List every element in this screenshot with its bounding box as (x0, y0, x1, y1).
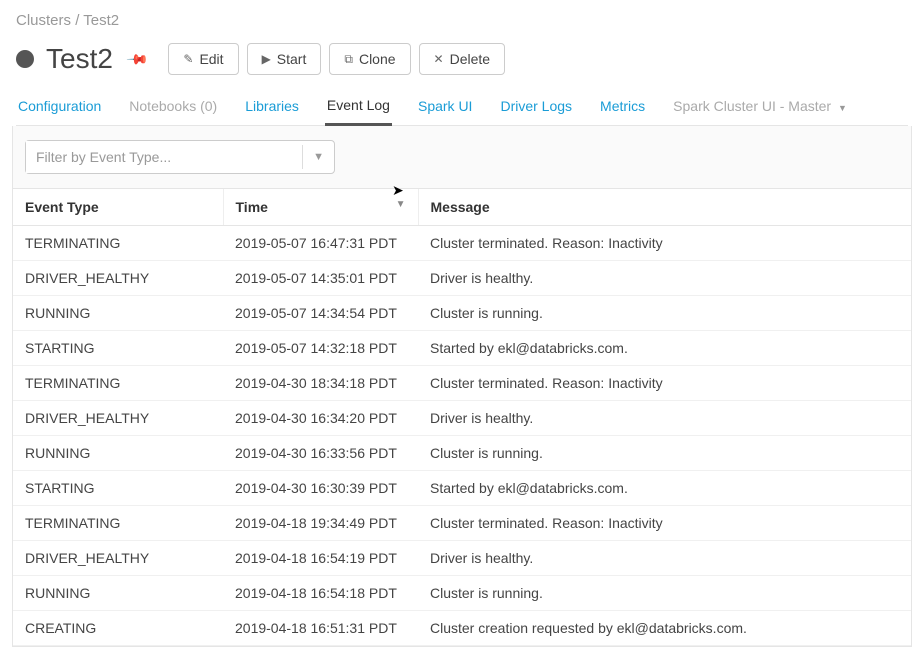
delete-button[interactable]: ✕ Delete (419, 43, 506, 75)
filter-event-type-input[interactable] (26, 141, 302, 173)
breadcrumb-root[interactable]: Clusters (16, 12, 71, 29)
tab-event-log[interactable]: Event Log (325, 97, 392, 126)
cell-message: Driver is healthy. (418, 401, 911, 436)
cell-time: 2019-05-07 14:32:18 PDT (223, 331, 418, 366)
delete-label: Delete (450, 51, 490, 67)
cell-event-type: TERMINATING (13, 366, 223, 401)
cell-message: Started by ekl@databricks.com. (418, 331, 911, 366)
column-message[interactable]: Message (418, 189, 911, 226)
cell-event-type: DRIVER_HEALTHY (13, 541, 223, 576)
tab-spark-cluster-ui[interactable]: Spark Cluster UI - Master ▼ (671, 98, 849, 124)
edit-button[interactable]: ✎ Edit (168, 43, 238, 75)
cell-message: Started by ekl@databricks.com. (418, 471, 911, 506)
tab-configuration[interactable]: Configuration (16, 98, 103, 124)
cell-message: Cluster is running. (418, 296, 911, 331)
spark-cluster-ui-label: Spark Cluster UI - Master (673, 98, 831, 114)
tabs: Configuration Notebooks (0) Libraries Ev… (16, 97, 908, 126)
cell-event-type: RUNNING (13, 576, 223, 611)
chevron-down-icon[interactable]: ▼ (302, 145, 334, 169)
cell-message: Cluster terminated. Reason: Inactivity (418, 366, 911, 401)
table-row[interactable]: DRIVER_HEALTHY2019-04-18 16:54:19 PDTDri… (13, 541, 911, 576)
table-row[interactable]: RUNNING2019-04-18 16:54:18 PDTCluster is… (13, 576, 911, 611)
cell-event-type: TERMINATING (13, 506, 223, 541)
cell-message: Driver is healthy. (418, 541, 911, 576)
cell-time: 2019-05-07 14:34:54 PDT (223, 296, 418, 331)
breadcrumb-leaf: Test2 (83, 12, 119, 29)
cell-time: 2019-04-30 18:34:18 PDT (223, 366, 418, 401)
clone-label: Clone (359, 51, 396, 67)
table-row[interactable]: DRIVER_HEALTHY2019-04-30 16:34:20 PDTDri… (13, 401, 911, 436)
table-row[interactable]: STARTING2019-05-07 14:32:18 PDTStarted b… (13, 331, 911, 366)
cell-event-type: STARTING (13, 331, 223, 366)
cell-event-type: DRIVER_HEALTHY (13, 401, 223, 436)
table-row[interactable]: STARTING2019-04-30 16:30:39 PDTStarted b… (13, 471, 911, 506)
cell-event-type: TERMINATING (13, 226, 223, 261)
breadcrumb-sep: / (75, 12, 79, 29)
cell-message: Driver is healthy. (418, 261, 911, 296)
cell-time: 2019-05-07 16:47:31 PDT (223, 226, 418, 261)
sort-desc-icon[interactable]: ▼ (396, 199, 406, 210)
cell-time: 2019-04-18 16:54:18 PDT (223, 576, 418, 611)
clone-button[interactable]: ⧉ Clone (329, 43, 410, 75)
tab-metrics[interactable]: Metrics (598, 98, 647, 124)
pin-icon[interactable]: 📌 (125, 47, 149, 71)
cell-message: Cluster is running. (418, 576, 911, 611)
cell-event-type: STARTING (13, 471, 223, 506)
clone-icon: ⧉ (344, 52, 353, 67)
cell-event-type: CREATING (13, 611, 223, 646)
event-log-table: Event Type Time ▼ Message TERMINATING201… (13, 188, 911, 646)
cell-time: 2019-04-30 16:34:20 PDT (223, 401, 418, 436)
page-title: Test2 (46, 43, 113, 75)
tab-driver-logs[interactable]: Driver Logs (498, 98, 574, 124)
table-row[interactable]: RUNNING2019-05-07 14:34:54 PDTCluster is… (13, 296, 911, 331)
table-row[interactable]: TERMINATING2019-04-30 18:34:18 PDTCluste… (13, 366, 911, 401)
close-icon: ✕ (434, 52, 444, 66)
edit-label: Edit (199, 51, 223, 67)
pencil-icon: ✎ (183, 52, 193, 66)
cell-event-type: DRIVER_HEALTHY (13, 261, 223, 296)
cell-time: 2019-04-30 16:30:39 PDT (223, 471, 418, 506)
column-time-label: Time (236, 199, 268, 215)
cell-message: Cluster creation requested by ekl@databr… (418, 611, 911, 646)
chevron-down-icon: ▼ (838, 103, 847, 113)
cell-message: Cluster is running. (418, 436, 911, 471)
breadcrumb: Clusters / Test2 (16, 12, 908, 29)
tab-spark-ui[interactable]: Spark UI (416, 98, 474, 124)
cell-event-type: RUNNING (13, 296, 223, 331)
cell-time: 2019-04-30 16:33:56 PDT (223, 436, 418, 471)
start-button[interactable]: ▶ Start (247, 43, 322, 75)
table-row[interactable]: DRIVER_HEALTHY2019-05-07 14:35:01 PDTDri… (13, 261, 911, 296)
cell-time: 2019-04-18 16:51:31 PDT (223, 611, 418, 646)
status-dot-icon (16, 50, 34, 68)
column-time[interactable]: Time ▼ (223, 189, 418, 226)
cell-time: 2019-04-18 19:34:49 PDT (223, 506, 418, 541)
tab-notebooks[interactable]: Notebooks (0) (127, 98, 219, 124)
table-row[interactable]: TERMINATING2019-04-18 19:34:49 PDTCluste… (13, 506, 911, 541)
start-label: Start (277, 51, 307, 67)
cell-time: 2019-04-18 16:54:19 PDT (223, 541, 418, 576)
table-row[interactable]: CREATING2019-04-18 16:51:31 PDTCluster c… (13, 611, 911, 646)
table-row[interactable]: TERMINATING2019-05-07 16:47:31 PDTCluste… (13, 226, 911, 261)
cell-message: Cluster terminated. Reason: Inactivity (418, 226, 911, 261)
filter-event-type-select[interactable]: ▼ (25, 140, 335, 174)
column-event-type[interactable]: Event Type (13, 189, 223, 226)
cell-message: Cluster terminated. Reason: Inactivity (418, 506, 911, 541)
cell-event-type: RUNNING (13, 436, 223, 471)
cell-time: 2019-05-07 14:35:01 PDT (223, 261, 418, 296)
tab-libraries[interactable]: Libraries (243, 98, 301, 124)
play-icon: ▶ (262, 52, 271, 66)
table-row[interactable]: RUNNING2019-04-30 16:33:56 PDTCluster is… (13, 436, 911, 471)
